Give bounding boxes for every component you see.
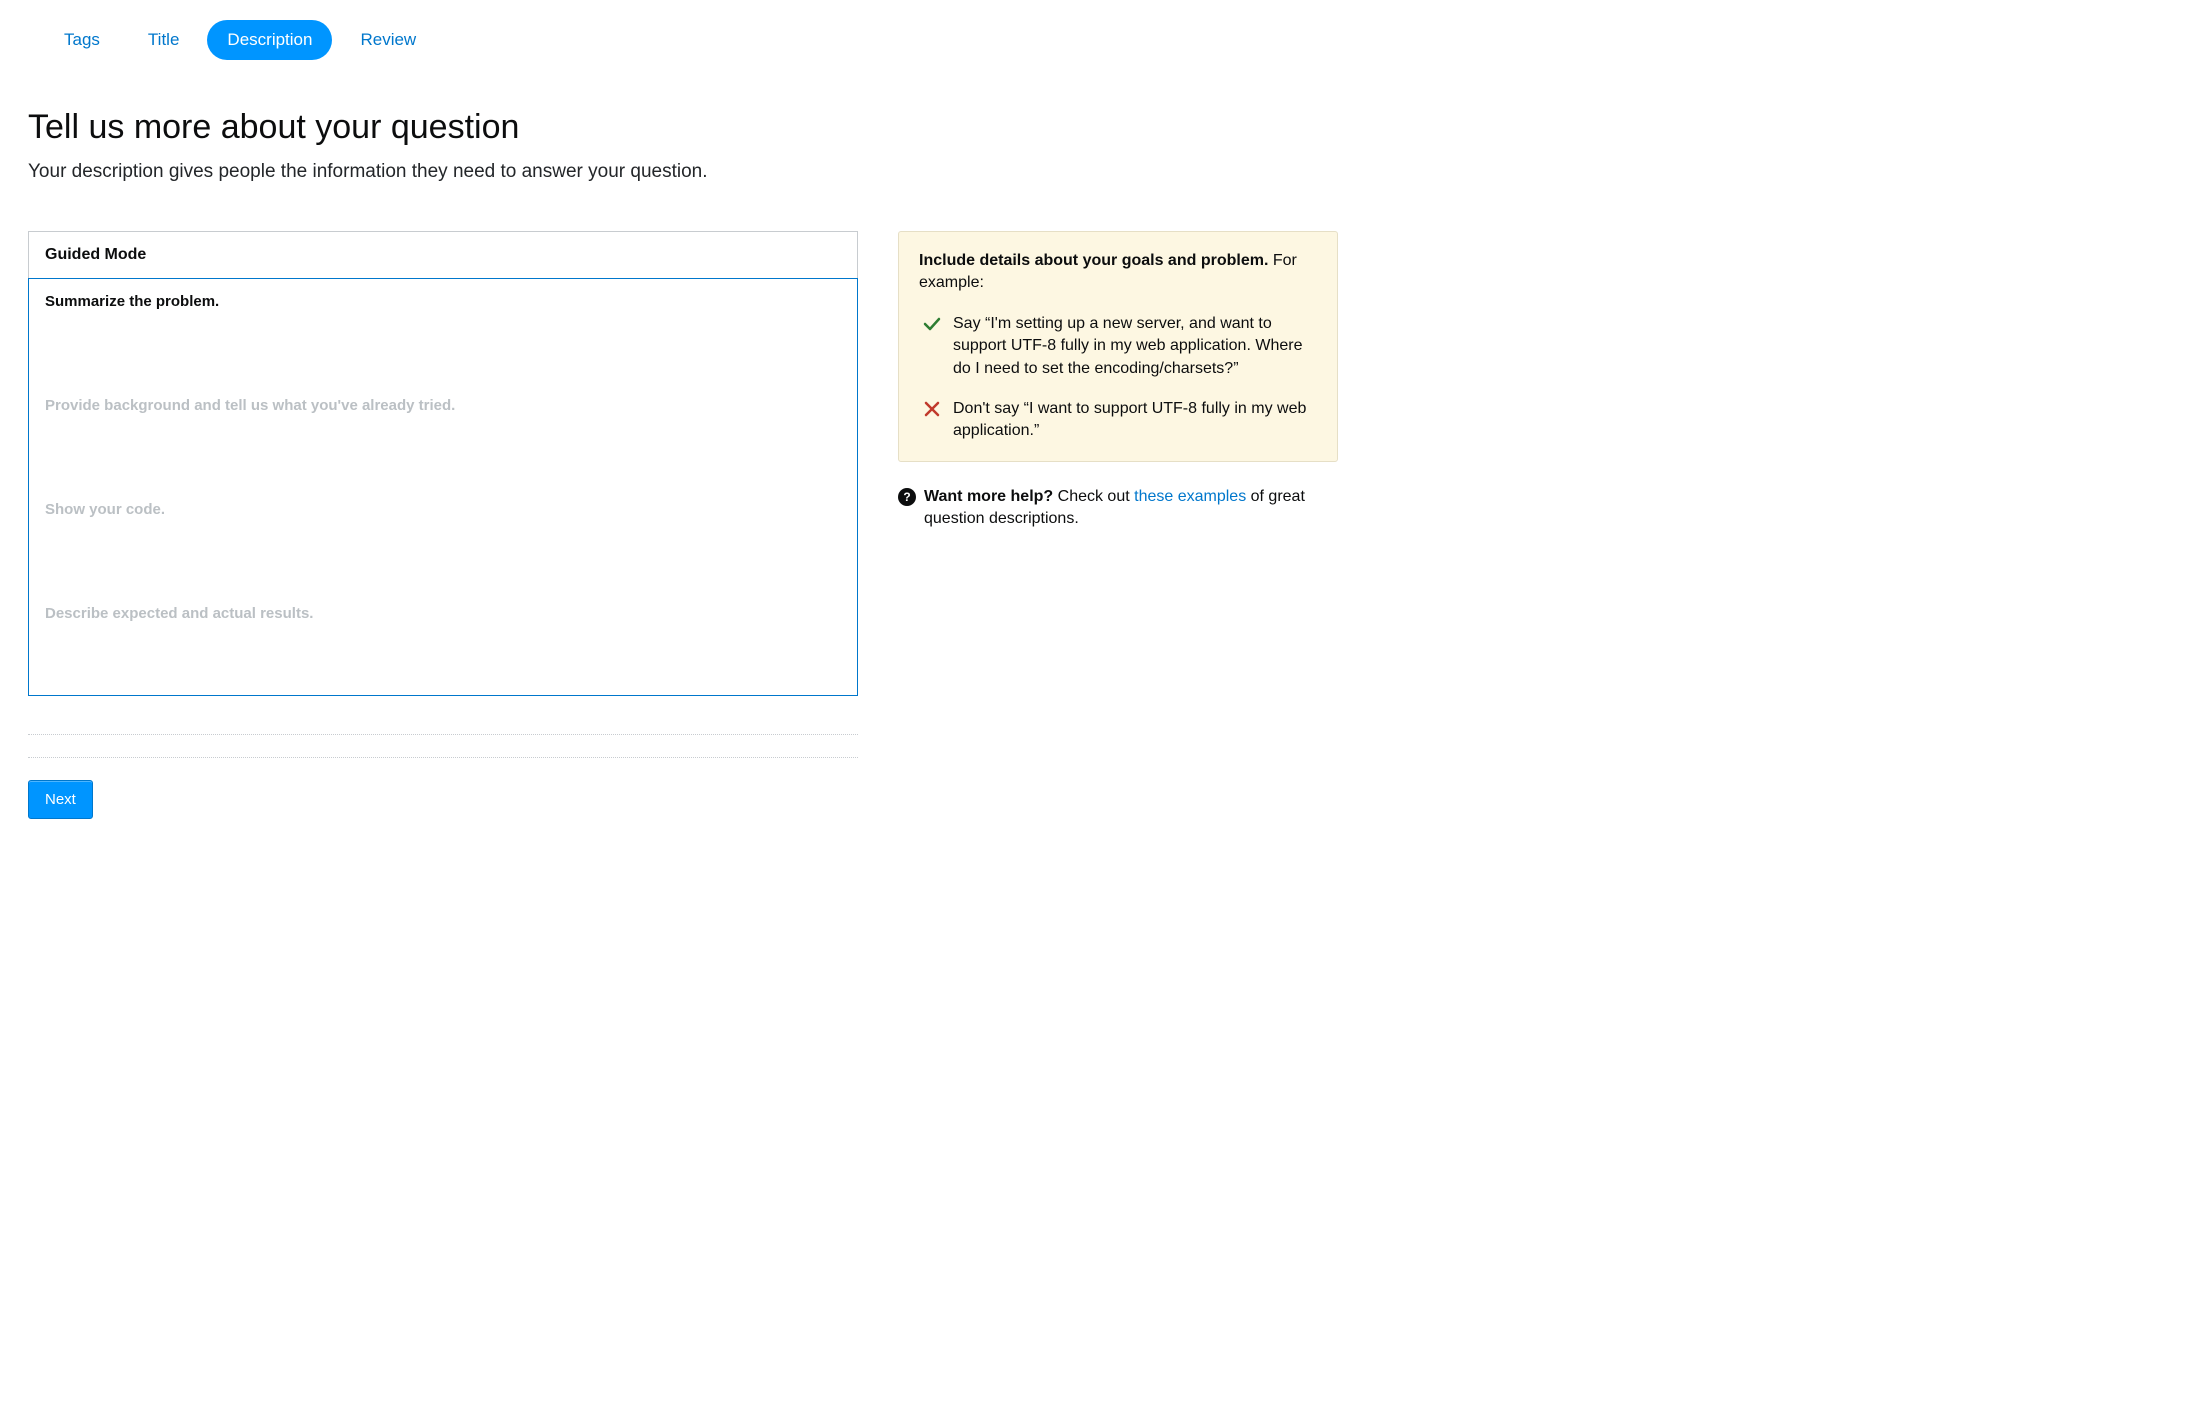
prompt-code[interactable]: Show your code.	[29, 487, 857, 591]
prompt-summarize[interactable]: Summarize the problem.	[29, 279, 857, 383]
tip-do-text: Say “I'm setting up a new server, and wa…	[953, 313, 1317, 380]
wizard-tabs: Tags Title Description Review	[28, 20, 2160, 60]
prompt-summarize-label: Summarize the problem.	[45, 293, 841, 310]
help-more: ? Want more help? Check out these exampl…	[898, 486, 1338, 531]
divider	[28, 757, 858, 758]
guided-mode-header: Guided Mode	[29, 232, 857, 279]
guided-mode-box: Guided Mode Summarize the problem. Provi…	[28, 231, 858, 696]
tab-title[interactable]: Title	[128, 20, 200, 60]
guided-mode-body[interactable]: Summarize the problem. Provide backgroun…	[28, 278, 858, 696]
svg-text:?: ?	[903, 490, 910, 504]
tab-tags[interactable]: Tags	[44, 20, 120, 60]
help-more-before: Check out	[1053, 488, 1134, 505]
divider	[28, 734, 858, 735]
tab-description[interactable]: Description	[207, 20, 332, 60]
page-title: Tell us more about your question	[28, 108, 2160, 147]
tip-do: Say “I'm setting up a new server, and wa…	[919, 313, 1317, 380]
prompt-results-label: Describe expected and actual results.	[45, 605, 841, 622]
examples-link[interactable]: these examples	[1134, 488, 1246, 505]
x-icon	[923, 400, 941, 418]
help-more-bold: Want more help?	[924, 488, 1053, 505]
tip-dont-text: Don't say “I want to support UTF-8 fully…	[953, 398, 1317, 443]
tips-intro: Include details about your goals and pro…	[919, 250, 1317, 295]
next-button[interactable]: Next	[28, 780, 93, 819]
tab-review[interactable]: Review	[340, 20, 436, 60]
question-mark-icon: ?	[898, 488, 916, 506]
page-subtitle: Your description gives people the inform…	[28, 161, 2160, 183]
prompt-results[interactable]: Describe expected and actual results.	[29, 591, 857, 695]
tips-box: Include details about your goals and pro…	[898, 231, 1338, 462]
prompt-background[interactable]: Provide background and tell us what you'…	[29, 383, 857, 487]
prompt-background-label: Provide background and tell us what you'…	[45, 397, 841, 414]
tip-dont: Don't say “I want to support UTF-8 fully…	[919, 398, 1317, 443]
check-icon	[923, 315, 941, 333]
prompt-code-label: Show your code.	[45, 501, 841, 518]
